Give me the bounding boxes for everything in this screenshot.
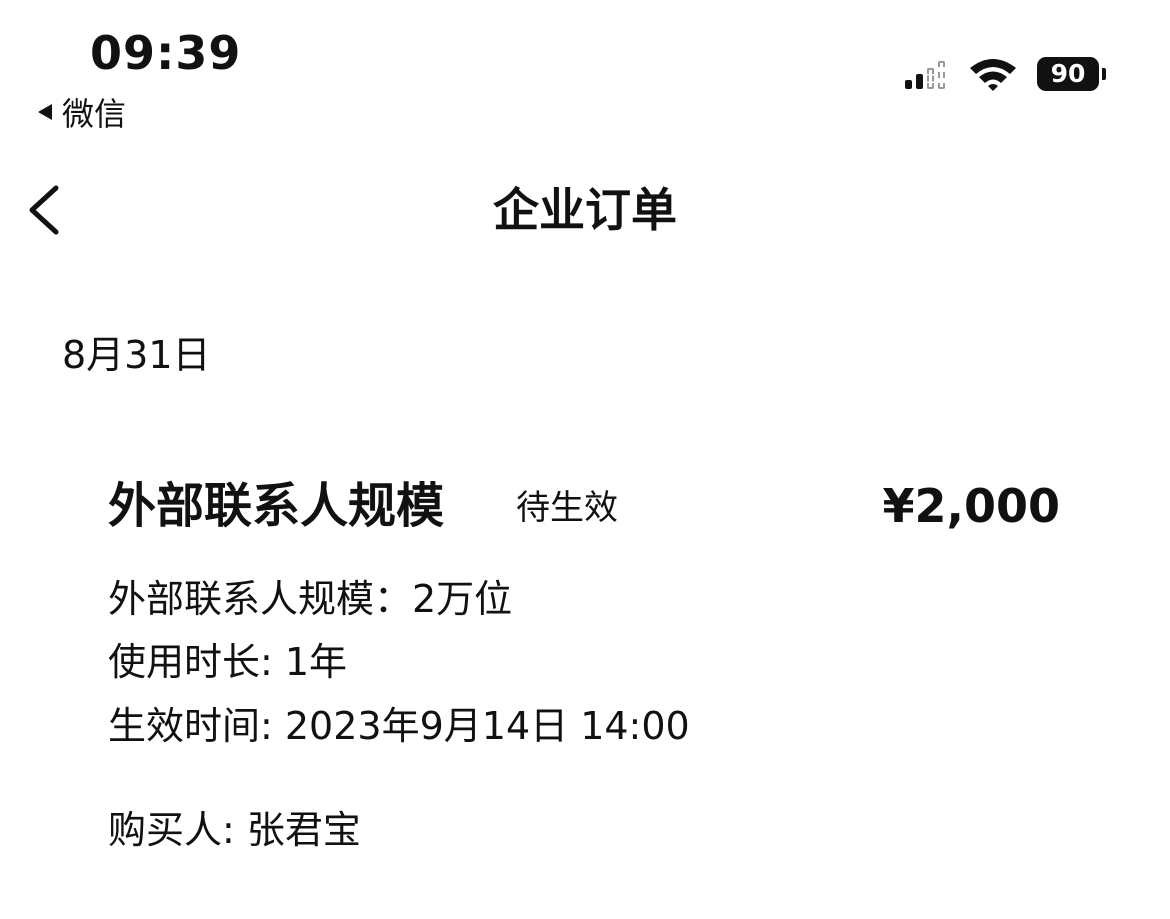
order-detail-scale: 外部联系人规模：2万位	[108, 577, 513, 621]
order-status-badge: 待生效	[516, 488, 618, 528]
order-price: ¥2,000	[882, 479, 1060, 533]
order-buyer: 购买人: 张君宝	[108, 808, 361, 852]
order-item[interactable]: 外部联系人规模 待生效 ¥2,000 外部联系人规模：2万位 使用时长: 1年 …	[108, 470, 1068, 870]
order-detail-effective-time: 生效时间: 2023年9月14日 14:00	[108, 704, 690, 748]
battery-cap	[1102, 68, 1106, 80]
status-bar: 09:39 微信 90	[0, 0, 1170, 140]
battery-icon: 90	[1037, 57, 1099, 91]
section-date-header: 8月31日	[62, 333, 211, 377]
wifi-icon	[970, 59, 1016, 91]
back-to-wechat-button[interactable]: 微信	[38, 92, 127, 133]
back-triangle-icon	[38, 104, 52, 120]
order-name: 外部联系人规模	[108, 478, 445, 534]
status-time: 09:39	[90, 26, 242, 80]
order-detail-duration: 使用时长: 1年	[108, 640, 348, 684]
page-title: 企业订单	[493, 183, 677, 237]
status-indicators: 90	[905, 56, 1106, 92]
order-header: 外部联系人规模 待生效 ¥2,000	[108, 470, 1068, 542]
battery-level: 90	[1050, 59, 1086, 88]
back-to-app-label: 微信	[62, 95, 127, 133]
signal-icon	[905, 59, 945, 89]
